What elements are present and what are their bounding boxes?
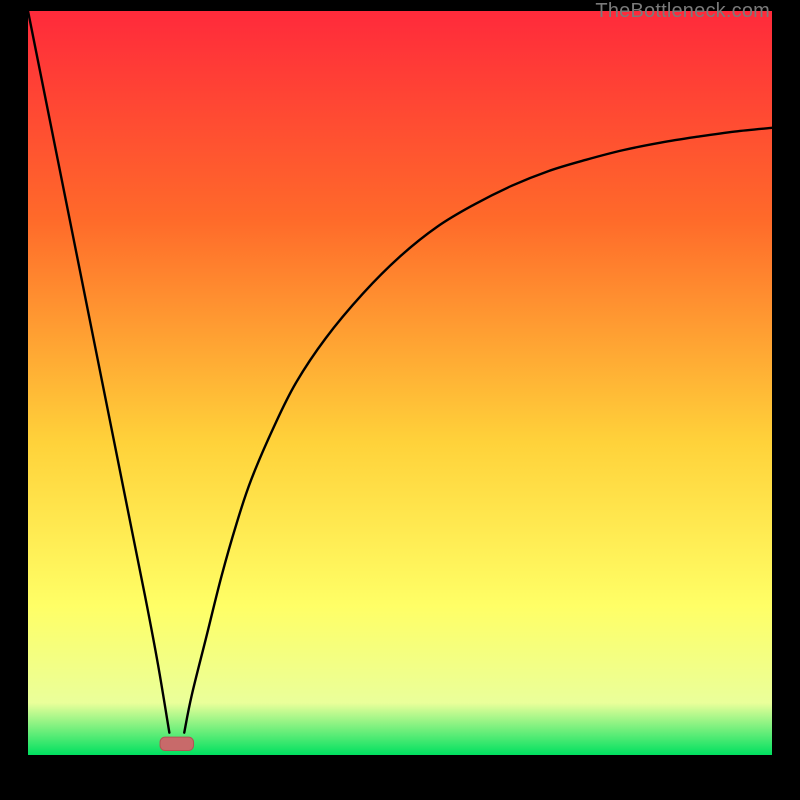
chart-frame [28,11,772,755]
watermark-text: TheBottleneck.com [595,0,770,23]
gradient-background [28,11,772,755]
bottleneck-chart [28,11,772,755]
optimum-marker [160,737,193,750]
